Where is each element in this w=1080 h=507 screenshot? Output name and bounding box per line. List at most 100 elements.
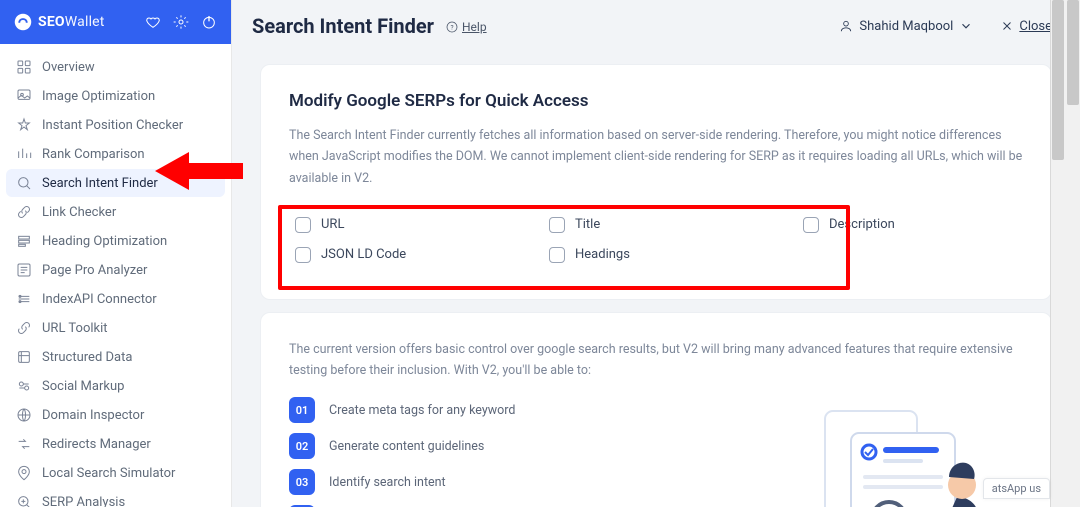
heart-icon[interactable] [145,14,161,30]
sidebar-item-label: IndexAPI Connector [42,292,157,307]
sidebar-item-label: Social Markup [42,379,124,394]
sidebar-item-heading-optimization[interactable]: Heading Optimization [6,227,225,255]
sidebar-item-social-markup[interactable]: Social Markup [6,372,225,400]
gear-icon[interactable] [173,14,189,30]
v2-number-badge: 02 [289,433,315,459]
v2-item: 03Identify search intent [289,469,1023,495]
menu-icon [16,407,32,423]
page-title: Search Intent Finder [252,14,434,38]
menu-icon [16,291,32,307]
scrollbar-track[interactable] [1051,0,1066,507]
menu-icon [16,59,32,75]
menu-icon [16,465,32,481]
sidebar-item-label: Rank Comparison [42,147,145,162]
checkbox-box [295,217,311,233]
sidebar-item-url-toolkit[interactable]: URL Toolkit [6,314,225,342]
sidebar-item-link-checker[interactable]: Link Checker [6,198,225,226]
sidebar-item-label: Page Pro Analyzer [42,263,147,278]
sidebar-item-label: Structured Data [42,350,132,365]
main-panel: Search Intent Finder ? Help Shahid Maqbo… [232,0,1080,507]
scrollbar-thumb[interactable] [1052,0,1064,160]
svg-text:?: ? [450,24,453,32]
menu-icon [16,117,32,133]
brand-logo[interactable]: SEOWallet [14,13,105,31]
menu-icon [16,378,32,394]
sidebar-item-image-optimization[interactable]: Image Optimization [6,82,225,110]
checkbox-label: JSON LD Code [321,247,406,262]
v2-item-text: Identify search intent [329,475,446,490]
v2-feature-list: 01 Create meta tags for any keyword 02 Gene… [289,397,1023,507]
power-icon[interactable] [201,14,217,30]
card2-description: The current version offers basic control… [289,339,1023,382]
sidebar-item-structured-data[interactable]: Structured Data [6,343,225,371]
close-button[interactable]: Close [1001,19,1052,34]
sidebar-item-domain-inspector[interactable]: Domain Inspector [6,401,225,429]
sidebar-item-label: Image Optimization [42,89,155,104]
card-modify-serps: Modify Google SERPs for Quick Access The… [260,64,1052,300]
sidebar: SEOWallet Overview Image Optimization Inst… [0,0,232,507]
v2-item: 01 Create meta tags for any keyword [289,397,1023,423]
close-icon [1001,20,1013,32]
logo-icon [14,13,32,31]
sidebar-item-overview[interactable]: Overview [6,53,225,81]
v2-number-badge: 01 [289,397,315,423]
sidebar-item-indexapi-connector[interactable]: IndexAPI Connector [6,285,225,313]
menu-icon [16,436,32,452]
checkbox-box [549,217,565,233]
menu-icon [16,146,32,162]
checkbox-label: URL [321,217,344,232]
sidebar-item-label: Link Checker [42,205,116,220]
sidebar-item-label: Domain Inspector [42,408,144,423]
user-menu[interactable]: Shahid Maqbool [839,19,973,34]
sidebar-item-redirects-manager[interactable]: Redirects Manager [6,430,225,458]
menu-icon [16,320,32,336]
sidebar-item-serp-analysis[interactable]: SERP Analysis [6,488,225,507]
checkbox-box [295,247,311,263]
checkbox-grid: URL Title Description JSON LD Code Headings [289,207,1023,273]
help-link[interactable]: ? Help [446,20,487,34]
scrollbar-thumb[interactable] [1067,0,1079,105]
sidebar-item-label: SERP Analysis [42,495,125,507]
checkbox-description[interactable]: Description [803,217,1017,233]
checkbox-url[interactable]: URL [295,217,509,233]
sidebar-item-page-pro-analyzer[interactable]: Page Pro Analyzer [6,256,225,284]
checkbox-box [549,247,565,263]
menu-icon [16,494,32,507]
v2-item-text: Create meta tags for any keyword [329,403,515,418]
checkbox-label: Title [575,217,600,232]
sidebar-menu: Overview Image Optimization Instant Positi… [0,44,231,507]
scrollbar-track[interactable] [1066,0,1080,507]
page-header: Search Intent Finder ? Help Shahid Maqbo… [232,0,1080,52]
sidebar-item-label: URL Toolkit [42,321,108,336]
brand-header: SEOWallet [0,0,231,44]
checkbox-box [803,217,819,233]
checkbox-headings[interactable]: Headings [549,247,763,263]
checkbox-label: Description [829,217,895,232]
sidebar-item-label: Redirects Manager [42,437,151,452]
v2-item-text: Generate content guidelines [329,439,484,454]
sidebar-item-instant-position-checker[interactable]: Instant Position Checker [6,111,225,139]
menu-icon [16,204,32,220]
red-arrow-icon [155,148,243,194]
chevron-down-icon [959,19,973,33]
sidebar-item-local-search-simulator[interactable]: Local Search Simulator [6,459,225,487]
card-title: Modify Google SERPs for Quick Access [289,91,1023,111]
menu-icon [16,233,32,249]
sidebar-item-label: Heading Optimization [42,234,167,249]
sidebar-item-label: Instant Position Checker [42,118,183,133]
whatsapp-badge[interactable]: atsApp us [983,478,1050,499]
menu-icon [16,88,32,104]
checkbox-title[interactable]: Title [549,217,763,233]
sidebar-item-label: Overview [42,60,95,75]
card-v2-features: The current version offers basic control… [260,312,1052,507]
menu-icon [16,349,32,365]
checkbox-json-ld-code[interactable]: JSON LD Code [295,247,509,263]
v2-item: 02 Generate content guidelines [289,433,1023,459]
sidebar-item-label: Search Intent Finder [42,176,158,191]
brand-text-thin: Wallet [65,14,105,30]
user-icon [839,19,853,33]
outer-scrollbars [1050,0,1080,507]
card-description: The Search Intent Finder currently fetch… [289,125,1023,189]
brand-text-bold: SEO [38,14,65,30]
menu-icon [16,262,32,278]
